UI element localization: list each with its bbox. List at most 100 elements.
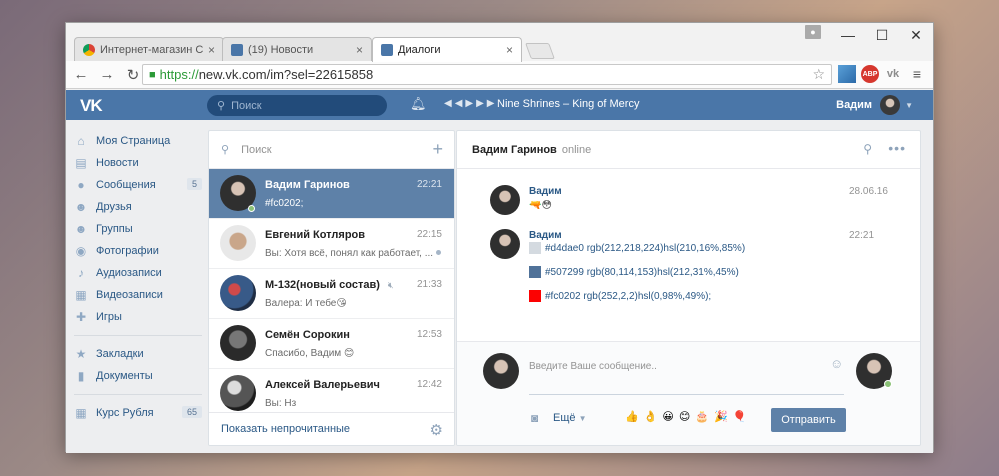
adblock-plus-icon[interactable]: ABP: [861, 65, 879, 83]
sidebar-item-audio[interactable]: ♪ Аудиозаписи: [74, 262, 202, 284]
avatar: [220, 225, 256, 261]
search-icon[interactable]: ⚲: [863, 142, 872, 156]
my-avatar: [483, 353, 519, 389]
sidebar-item-friends[interactable]: ☻ Друзья: [74, 196, 202, 218]
bookmark-star-icon[interactable]: ☆: [812, 66, 825, 83]
compose-area: Введите Ваше сообщение.. ☺ ◙ Ещё ▼ 👍👌😀😊🎂…: [457, 341, 920, 445]
online-indicator: [884, 380, 892, 388]
sidebar-item-ruble-rate[interactable]: ▦ Курс Рубля 65: [74, 402, 202, 424]
back-icon[interactable]: ←: [70, 66, 92, 83]
avatar[interactable]: [490, 185, 520, 215]
close-tab-icon[interactable]: ×: [506, 43, 513, 57]
camera-icon[interactable]: ◙: [531, 411, 538, 425]
prev-track-icon[interactable]: ◀◀: [444, 98, 465, 109]
dialog-preview: Вы: Нз: [265, 398, 297, 409]
extension-image-icon[interactable]: [838, 65, 856, 83]
more-attachments-dropdown[interactable]: Ещё ▼: [553, 412, 587, 424]
sidebar-item-messages[interactable]: ● Сообщения 5: [74, 174, 202, 196]
dialogs-search-placeholder: Поиск: [241, 143, 272, 156]
vk-search-input[interactable]: ⚲ Поиск: [207, 95, 387, 116]
send-button[interactable]: Отправить: [771, 408, 846, 432]
sidebar-item-documents[interactable]: ▮ Документы: [74, 365, 202, 387]
dialog-row[interactable]: Вадим Гаринов 22:21 #fc0202;: [209, 169, 454, 219]
sidebar-item-label: Игры: [96, 311, 122, 323]
new-tab-button[interactable]: [525, 43, 555, 59]
tab-dialogs[interactable]: Диалоги ×: [372, 37, 522, 62]
close-tab-icon[interactable]: ×: [208, 43, 215, 57]
vk-news-icon: [231, 43, 243, 56]
sidebar-item-label: Курс Рубля: [96, 407, 154, 419]
chrome-store-icon: [83, 43, 95, 56]
sidebar-item-video[interactable]: ▦ Видеозаписи: [74, 284, 202, 306]
sidebar-item-games[interactable]: ✚ Игры: [74, 306, 202, 328]
current-track[interactable]: Nine Shrines – King of Mercy: [497, 98, 639, 110]
friends-icon: ☻: [74, 200, 88, 214]
home-icon: ⌂: [77, 134, 85, 148]
window-controls: — ☐ ✕: [831, 23, 933, 47]
message-time: 28.06.16: [849, 186, 888, 197]
avatar[interactable]: [490, 229, 520, 259]
color-code-text: #fc0202 rgb(252,2,2)hsl(0,98%,49%);: [545, 290, 712, 302]
sidebar-item-photos[interactable]: ◉ Фотографии: [74, 240, 202, 262]
sidebar-item-my-page[interactable]: ⌂ Моя Страница: [74, 130, 202, 152]
sidebar-item-label: Новости: [96, 157, 139, 169]
tab-chrome-store[interactable]: Интернет-магазин Chrom ×: [74, 37, 224, 61]
dialog-name: Евгений Котляров: [265, 229, 366, 241]
show-unread-link[interactable]: Показать непрочитанные: [221, 423, 350, 435]
profile-icon[interactable]: ●: [805, 25, 821, 39]
close-tab-icon[interactable]: ×: [356, 43, 363, 57]
tab-bar: Интернет-магазин Chrom × (19) Новости × …: [66, 23, 933, 62]
message-emoji: 🔫😳: [529, 200, 552, 211]
forward-icon[interactable]: →: [96, 66, 118, 83]
vk-logo[interactable]: VK: [80, 96, 103, 116]
user-menu[interactable]: Вадим ▼: [836, 95, 913, 115]
close-window-button[interactable]: ✕: [899, 23, 933, 47]
next-track-icon[interactable]: ▶▶: [476, 98, 497, 109]
avatar: [220, 275, 256, 311]
url-input[interactable]: ■ https:// new.vk.com/im?sel=22615858 ☆: [142, 64, 832, 85]
sidebar-item-news[interactable]: ▤ Новости: [74, 152, 202, 174]
message-input[interactable]: Введите Ваше сообщение..: [529, 355, 844, 395]
menu-icon[interactable]: ≡: [909, 65, 925, 83]
sidebar-item-label: Документы: [96, 370, 153, 382]
tab-news[interactable]: (19) Новости ×: [222, 37, 372, 61]
sidebar-item-groups[interactable]: ☻ Группы: [74, 218, 202, 240]
emoji-smile-icon[interactable]: ☺: [830, 356, 843, 371]
tab-title: (19) Новости: [248, 43, 314, 56]
dialog-row[interactable]: Семён Сорокин 12:53 Спасибо, Вадим 😊: [209, 319, 454, 369]
sidebar-item-bookmarks[interactable]: ★ Закладки: [74, 343, 202, 365]
play-icon[interactable]: ▶: [465, 98, 476, 109]
quick-emoji-bar[interactable]: 👍👌😀😊🎂🎉🎈: [625, 410, 751, 423]
vk-header: VK ⚲ Поиск 🔔︎ ◀◀▶▶▶ Nine Shrines – King …: [66, 90, 933, 120]
reload-icon[interactable]: ↻: [122, 66, 144, 84]
user-name: Вадим: [836, 99, 873, 111]
video-icon: ▦: [75, 288, 87, 302]
sidebar-item-label: Фотографии: [96, 245, 159, 257]
chat-peer-name[interactable]: Вадим Гаринов: [472, 144, 557, 156]
maximize-button[interactable]: ☐: [865, 23, 899, 47]
notifications-bell-icon[interactable]: 🔔︎: [410, 96, 427, 112]
gear-icon[interactable]: ⚙: [430, 421, 443, 439]
message-author[interactable]: Вадим: [529, 230, 562, 241]
color-swatch: [529, 266, 541, 278]
music-icon: ♪: [78, 266, 84, 280]
lock-icon: ■: [149, 68, 156, 81]
more-actions-icon[interactable]: •••: [888, 140, 906, 156]
unread-dot: [436, 250, 441, 255]
dialogs-search-input[interactable]: ⚲ Поиск +: [209, 131, 454, 169]
new-dialog-plus-icon[interactable]: +: [432, 139, 443, 160]
news-icon: ▤: [75, 156, 87, 170]
minimize-button[interactable]: —: [831, 23, 865, 47]
dialog-preview: Валера: И тебе😘: [265, 298, 347, 309]
message-author[interactable]: Вадим: [529, 186, 562, 197]
dialog-row[interactable]: Евгений Котляров 22:15 Вы: Хотя всё, пон…: [209, 219, 454, 269]
color-code-text: #507299 rgb(80,114,153)hsl(212,31%,45%): [545, 266, 739, 278]
chat-panel: Вадим Гаринов online ⚲ ••• Вадим 28.06.1…: [456, 130, 921, 446]
dialog-row[interactable]: М-132(новый состав) 🔇︎ 21:33 Валера: И те…: [209, 269, 454, 319]
avatar: [220, 375, 256, 411]
chevron-down-icon: ▼: [578, 414, 587, 423]
app-badge: 65: [181, 406, 202, 418]
vk-extension-icon[interactable]: vk: [884, 65, 902, 83]
color-code-text: #d4dae0 rgb(212,218,224)hsl(210,16%,85%): [545, 242, 746, 254]
sidebar-item-label: Друзья: [96, 201, 132, 213]
